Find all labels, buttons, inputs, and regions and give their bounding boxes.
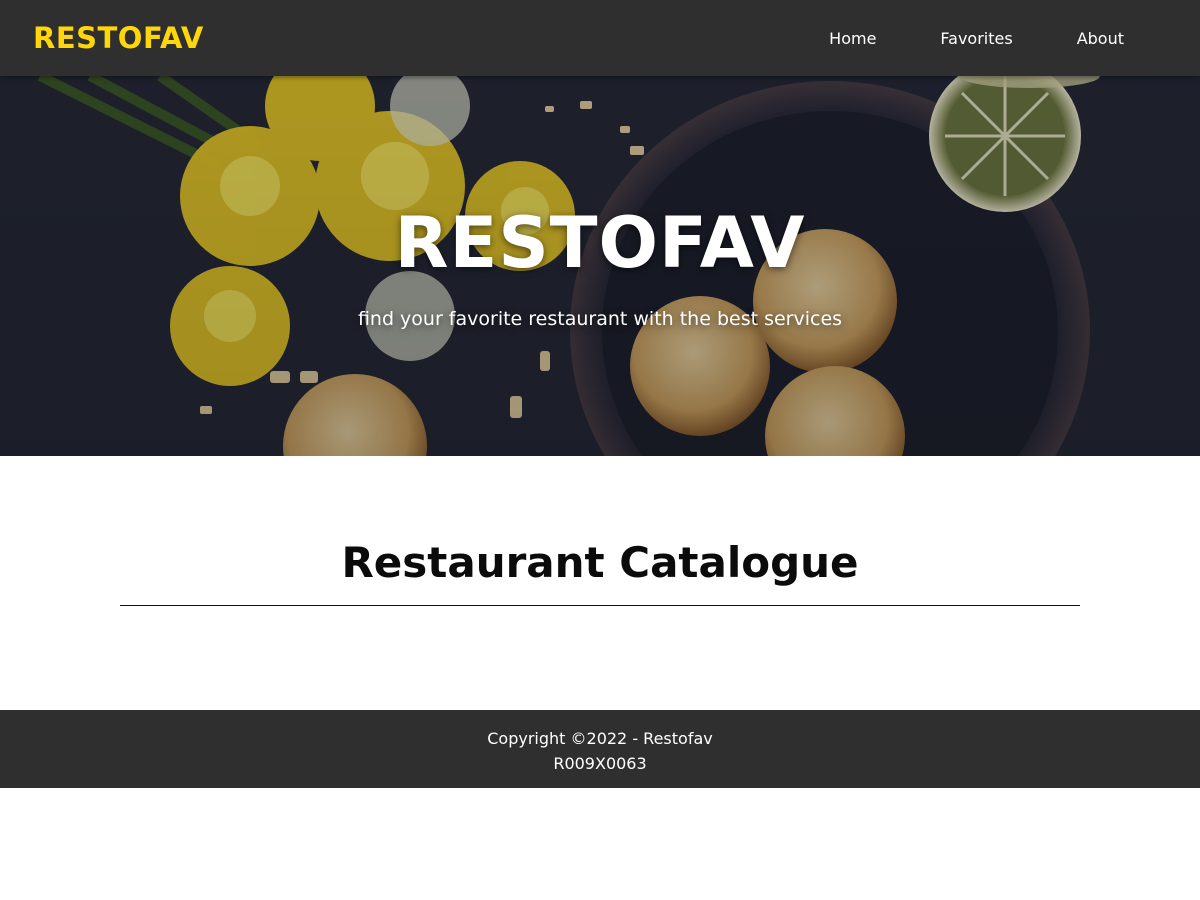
hero-section: RESTOFAV find your favorite restaurant w…: [0, 76, 1200, 456]
catalogue-heading: Restaurant Catalogue: [341, 538, 859, 587]
nav-link-home[interactable]: Home: [797, 19, 908, 58]
page-footer: Copyright ©2022 - Restofav R009X0063: [0, 710, 1200, 788]
hero-tagline: find your favorite restaurant with the b…: [357, 308, 843, 330]
nav-link-about[interactable]: About: [1045, 19, 1156, 58]
catalogue-divider: [120, 605, 1080, 606]
hero-text: RESTOFAV find your favorite restaurant w…: [0, 208, 1200, 330]
footer-code: R009X0063: [553, 754, 647, 773]
main-nav: Home Favorites About: [797, 19, 1156, 58]
hero-title: RESTOFAV: [394, 202, 806, 284]
main-content: Restaurant Catalogue: [0, 456, 1200, 710]
nav-link-favorites[interactable]: Favorites: [908, 19, 1044, 58]
brand-logo[interactable]: RESTOFAV: [33, 21, 204, 55]
footer-copyright: Copyright ©2022 - Restofav: [487, 729, 713, 748]
app-header: RESTOFAV Home Favorites About: [0, 0, 1200, 76]
